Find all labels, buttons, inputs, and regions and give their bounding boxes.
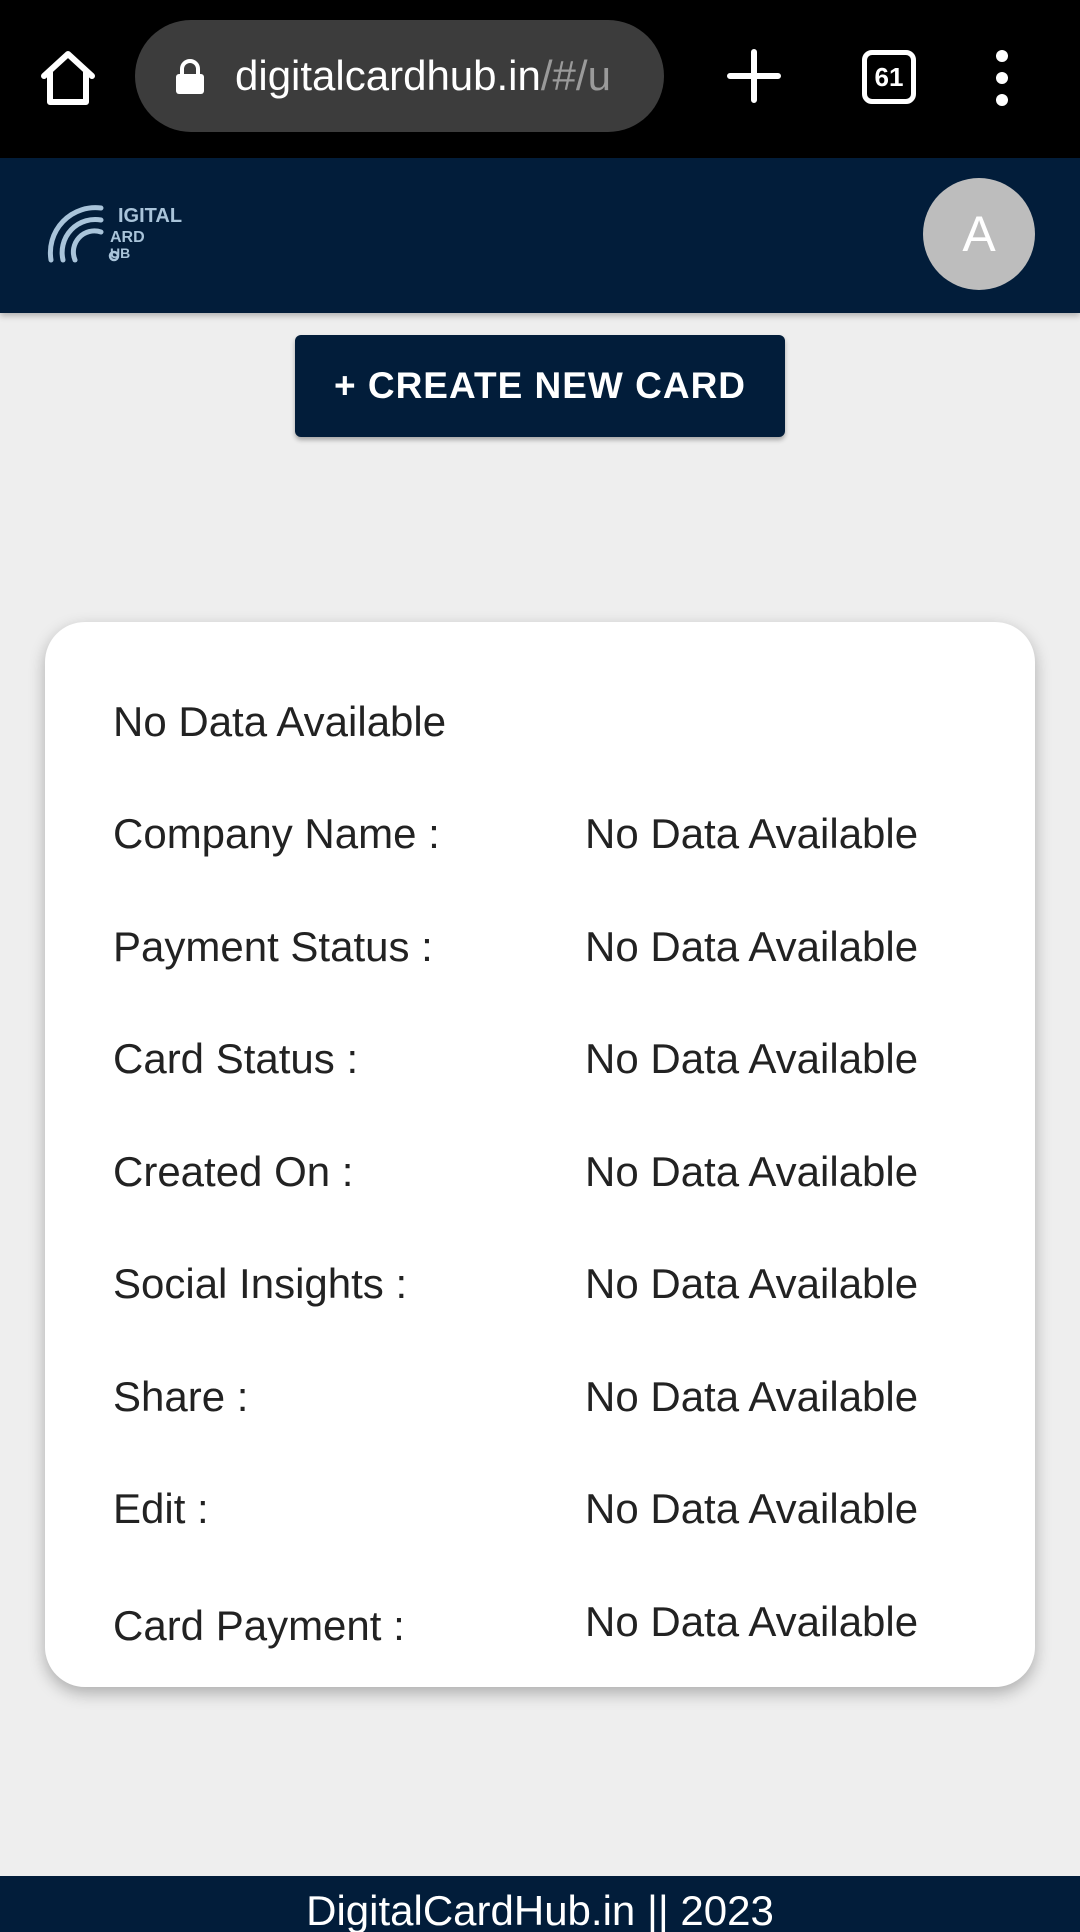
svg-text:IGITAL: IGITAL — [118, 205, 182, 227]
payment-status-value: No Data Available — [585, 923, 919, 970]
created-on-label: Created On : — [113, 1148, 354, 1195]
user-avatar[interactable]: A — [923, 178, 1035, 290]
page-footer: DigitalCardHub.in || 2023 — [0, 1876, 1080, 1932]
url-path: /#/u — [540, 52, 611, 99]
tab-switcher-button[interactable]: 61 — [862, 50, 916, 104]
svg-text:ARD: ARD — [110, 229, 145, 246]
app-header: IGITAL ARD UB A — [0, 158, 1080, 313]
address-bar[interactable]: digitalcardhub.in/#/u — [135, 20, 664, 132]
created-on-value: No Data Available — [585, 1148, 919, 1195]
browser-toolbar: digitalcardhub.in/#/u 61 — [0, 0, 1080, 158]
edit-value: No Data Available — [585, 1485, 919, 1532]
more-options-icon[interactable] — [980, 48, 1024, 108]
create-new-card-button[interactable]: + CREATE NEW CARD — [295, 335, 785, 437]
card-status-label: Card Status : — [113, 1035, 359, 1082]
tab-count: 61 — [874, 61, 904, 92]
home-icon[interactable] — [36, 46, 100, 110]
social-insights-value: No Data Available — [585, 1260, 919, 1307]
company-name-label: Company Name : — [113, 810, 440, 857]
card-details-panel: No Data Available Company Name : No Data… — [45, 622, 1035, 1687]
url-domain: digitalcardhub.in — [235, 52, 541, 99]
edit-label: Edit : — [113, 1485, 209, 1532]
card-title: No Data Available — [113, 698, 447, 745]
company-name-value: No Data Available — [585, 810, 919, 857]
card-status-value: No Data Available — [585, 1035, 919, 1082]
payment-status-label: Payment Status : — [113, 923, 433, 970]
social-insights-label: Social Insights : — [113, 1260, 408, 1307]
svg-text:UB: UB — [110, 245, 130, 261]
share-value: No Data Available — [585, 1373, 919, 1420]
digitalcardhub-logo[interactable]: IGITAL ARD UB — [46, 188, 186, 268]
card-payment-value: No Data Available — [585, 1598, 919, 1645]
avatar-letter: A — [962, 206, 996, 262]
url-text: digitalcardhub.in/#/u — [235, 20, 645, 132]
new-tab-icon[interactable] — [724, 46, 784, 106]
lock-icon — [176, 59, 204, 94]
share-label: Share : — [113, 1373, 249, 1420]
footer-text: DigitalCardHub.in || 2023 — [306, 1887, 774, 1932]
card-payment-label: Card Payment : — [113, 1602, 405, 1649]
